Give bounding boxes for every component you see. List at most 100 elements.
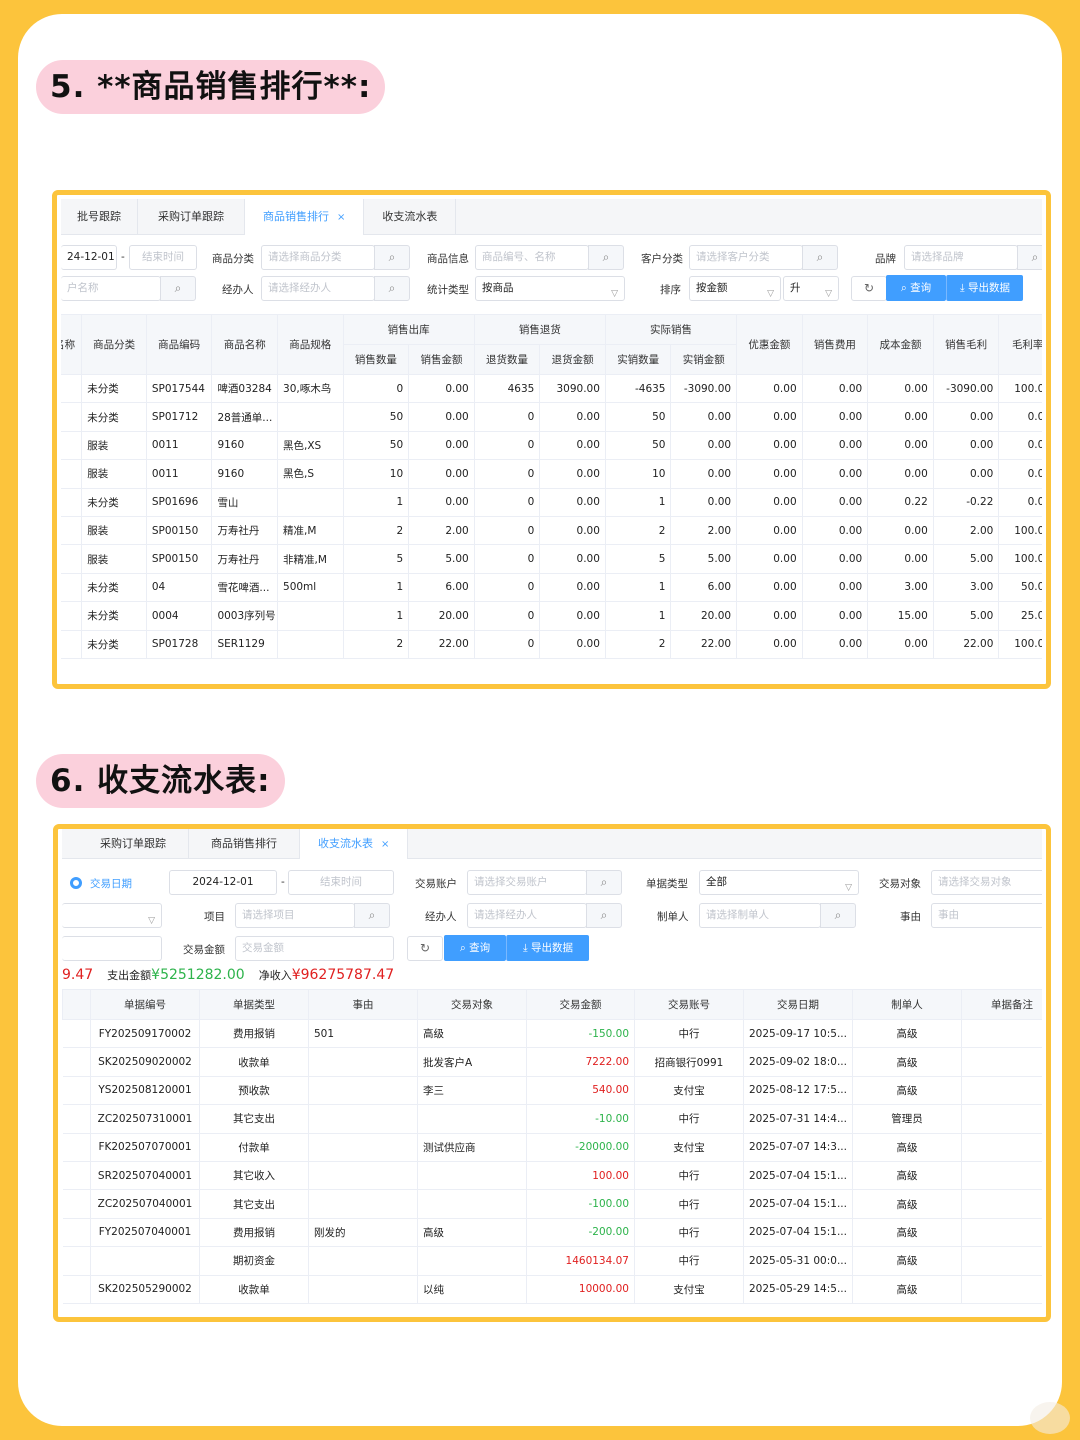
table-row[interactable]: 未分类 0004 0003序列号 1 20.00 0 0.00 1 20.00 0.00 0.00 1… (61, 601, 1042, 631)
column-header[interactable]: 交易账号 (634, 989, 744, 1020)
tab-purchase-order-tracking[interactable]: 采购订单跟踪 (138, 199, 245, 235)
handler-input[interactable]: 请选择经办人 (467, 903, 587, 928)
column-header[interactable]: 事由 (308, 989, 418, 1020)
query-button[interactable]: ⌕ 查询 (444, 935, 506, 961)
column-header[interactable]: 制单人 (852, 989, 962, 1020)
column-header[interactable]: 销售毛利 (932, 314, 1000, 375)
date-end-input[interactable]: 结束时间 (129, 245, 197, 270)
table-row[interactable]: 服装 0011 9160 黑色,XS 50 0.00 0 0.00 50 0.00 0.00 0.00… (61, 431, 1042, 461)
brand-input[interactable]: 请选择品牌 (904, 245, 1018, 270)
tab-sales-ranking[interactable]: 商品销售排行 × (245, 199, 365, 235)
stat-type-select[interactable]: 按商品 ▽ (475, 276, 625, 301)
extra-input[interactable] (62, 936, 162, 961)
target-input[interactable]: 请选择交易对象 (931, 870, 1042, 895)
column-header[interactable]: 销售金额 (408, 344, 475, 375)
tab-batch-tracking[interactable]: 批号跟踪 (61, 199, 138, 235)
table-row[interactable]: ZC202507310001 其它支出 -10.00 中行 2025-07-31 14:… (62, 1104, 1042, 1134)
close-icon[interactable]: × (337, 212, 345, 223)
export-button[interactable]: ⤓ 导出数据 (946, 275, 1023, 301)
tab-sales-ranking[interactable]: 商品销售排行 (189, 829, 300, 859)
table-row[interactable]: 服装 SP00150 万寿社丹 精准,M 2 2.00 0 0.00 2 2.00 0.00 0.00… (61, 516, 1042, 546)
column-header[interactable]: 商品规格 (277, 314, 344, 375)
category-input[interactable]: 请选择商品分类 (261, 245, 375, 270)
date-start-input[interactable]: 2024-12-01 (169, 870, 277, 895)
search-icon[interactable]: ⌕ (374, 276, 410, 301)
column-header[interactable]: 毛利率 (998, 314, 1042, 375)
column-header[interactable]: 单据备注 (961, 989, 1042, 1020)
sort-direction-select[interactable]: 升 ▽ (783, 276, 839, 301)
table-cell: 非精准,M (277, 544, 344, 574)
refresh-button[interactable]: ↻ (851, 276, 887, 301)
search-icon[interactable]: ⌕ (1017, 245, 1042, 270)
table-row[interactable]: 服装 SP00150 万寿社丹 非精准,M 5 5.00 0 0.00 5 5.00 0.00 0.0… (61, 544, 1042, 574)
column-header[interactable]: 优惠金额 (736, 314, 803, 375)
table-row[interactable]: 服装 0011 9160 黑色,S 10 0.00 0 0.00 10 0.00 0.00 0.00 0… (61, 459, 1042, 489)
tab-purchase-order-tracking[interactable]: 采购订单跟踪 (62, 829, 189, 859)
table-row[interactable]: SR202507040001 其它收入 100.00 中行 2025-07-04 15:… (62, 1161, 1042, 1191)
table-row[interactable]: FK202507070001 付款单 测试供应商 -20000.00 支付宝 2025-0… (62, 1133, 1042, 1162)
column-header[interactable]: 交易日期 (743, 989, 853, 1020)
search-icon[interactable]: ⌕ (586, 903, 622, 928)
handler-input[interactable]: 请选择经办人 (261, 276, 375, 301)
column-header[interactable]: 销售数量 (342, 344, 410, 375)
column-header[interactable]: 单据类型 (199, 989, 309, 1020)
creator-input[interactable]: 请选择制单人 (699, 903, 821, 928)
date-radio[interactable] (70, 877, 82, 889)
tab-income-expense[interactable]: 收支流水表 (364, 199, 457, 235)
table-cell: SP00150 (146, 516, 213, 546)
account-input[interactable]: 请选择交易账户 (467, 870, 587, 895)
column-header[interactable]: 销售费用 (801, 314, 869, 375)
table-row[interactable]: 期初资金 1460134.07 中行 2025-05-31 00:0... 高级 (62, 1246, 1042, 1276)
project-input[interactable]: 请选择项目 (235, 903, 355, 928)
column-header[interactable]: 实销数量 (604, 344, 672, 375)
tab-income-expense[interactable]: 收支流水表 × (300, 829, 409, 859)
search-icon[interactable]: ⌕ (160, 276, 196, 301)
search-icon[interactable]: ⌕ (354, 903, 390, 928)
query-button[interactable]: ⌕ 查询 (886, 275, 946, 301)
table-cell: 0.00 (539, 516, 606, 546)
column-header[interactable]: 商品名称 (211, 314, 279, 375)
type-select[interactable]: ▽ (62, 903, 162, 928)
table-row[interactable]: SK202509020002 收款单 批发客户A 7222.00 招商银行0991 202… (62, 1047, 1042, 1077)
table-row[interactable]: FY202509170002 费用报销 501 高级 -150.00 中行 2025-09-… (62, 1019, 1042, 1049)
search-icon[interactable]: ⌕ (820, 903, 856, 928)
table-row[interactable]: 未分类 SP01712 28普通单... 50 0.00 0 0.00 50 0.00 0.00 0… (61, 402, 1042, 432)
search-icon[interactable]: ⌕ (588, 245, 624, 270)
table-row[interactable]: 未分类 SP017544 啤酒03284 30,啄木鸟 0 0.00 4635 3090.00… (61, 374, 1042, 404)
refresh-button[interactable]: ↻ (407, 936, 443, 961)
date-start-input[interactable]: 24-12-01 (61, 245, 117, 270)
table-row[interactable]: 未分类 SP01728 SER1129 2 22.00 0 0.00 2 22.00 0.00 0.… (61, 630, 1042, 659)
table-row[interactable]: ZC202507040001 其它支出 -100.00 中行 2025-07-04 15… (62, 1189, 1042, 1219)
product-info-input[interactable]: 商品编号、名称 (475, 245, 589, 270)
customer-name-input[interactable]: 户名称 (61, 276, 161, 301)
table-row[interactable]: 未分类 04 雪花啤酒... 500ml 1 6.00 0 0.00 1 6.00 0.00 0.00… (61, 573, 1042, 603)
export-button[interactable]: ⤓ 导出数据 (506, 935, 589, 961)
table-row[interactable]: FY202507040001 费用报销 刚发的 高级 -200.00 中行 2025-07-… (62, 1218, 1042, 1248)
column-header[interactable]: 名称 (61, 314, 83, 375)
sort-select[interactable]: 按金额 ▽ (689, 276, 781, 301)
reason-input[interactable]: 事由 (931, 903, 1042, 928)
date-end-input[interactable]: 结束时间 (288, 870, 394, 895)
date-radio-label[interactable]: 交易日期 (90, 876, 132, 891)
table-row[interactable]: 未分类 SP01696 雪山 1 0.00 0 0.00 1 0.00 0.00 0.00 0.22-… (61, 488, 1042, 517)
table-row[interactable]: YS202508120001 预收款 李三 540.00 支付宝 2025-08-12 1… (62, 1076, 1042, 1106)
close-icon[interactable]: × (381, 839, 389, 850)
search-icon[interactable]: ⌕ (586, 870, 622, 895)
table-cell: 2 (605, 516, 672, 546)
search-icon[interactable]: ⌕ (802, 245, 838, 270)
column-header[interactable]: 成本金额 (867, 314, 934, 375)
column-header[interactable]: 单据编号 (90, 989, 200, 1020)
column-header[interactable]: 交易对象 (417, 989, 527, 1020)
search-icon[interactable]: ⌕ (374, 245, 410, 270)
export-label: 导出数据 (967, 282, 1010, 294)
column-header[interactable]: 退货数量 (473, 344, 541, 375)
column-header[interactable]: 交易金额 (526, 989, 635, 1020)
column-header[interactable]: 商品分类 (81, 314, 147, 375)
column-header[interactable]: 商品编码 (145, 314, 213, 375)
column-header[interactable]: 实销金额 (670, 344, 738, 375)
customer-category-input[interactable]: 请选择客户分类 (689, 245, 803, 270)
amount-input[interactable]: 交易金额 (235, 936, 394, 961)
table-row[interactable]: SK202505290002 收款单 以纯 10000.00 支付宝 2025-05-29… (62, 1275, 1042, 1304)
doc-type-select[interactable]: 全部 ▽ (699, 870, 859, 895)
column-header[interactable]: 退货金额 (539, 344, 606, 375)
